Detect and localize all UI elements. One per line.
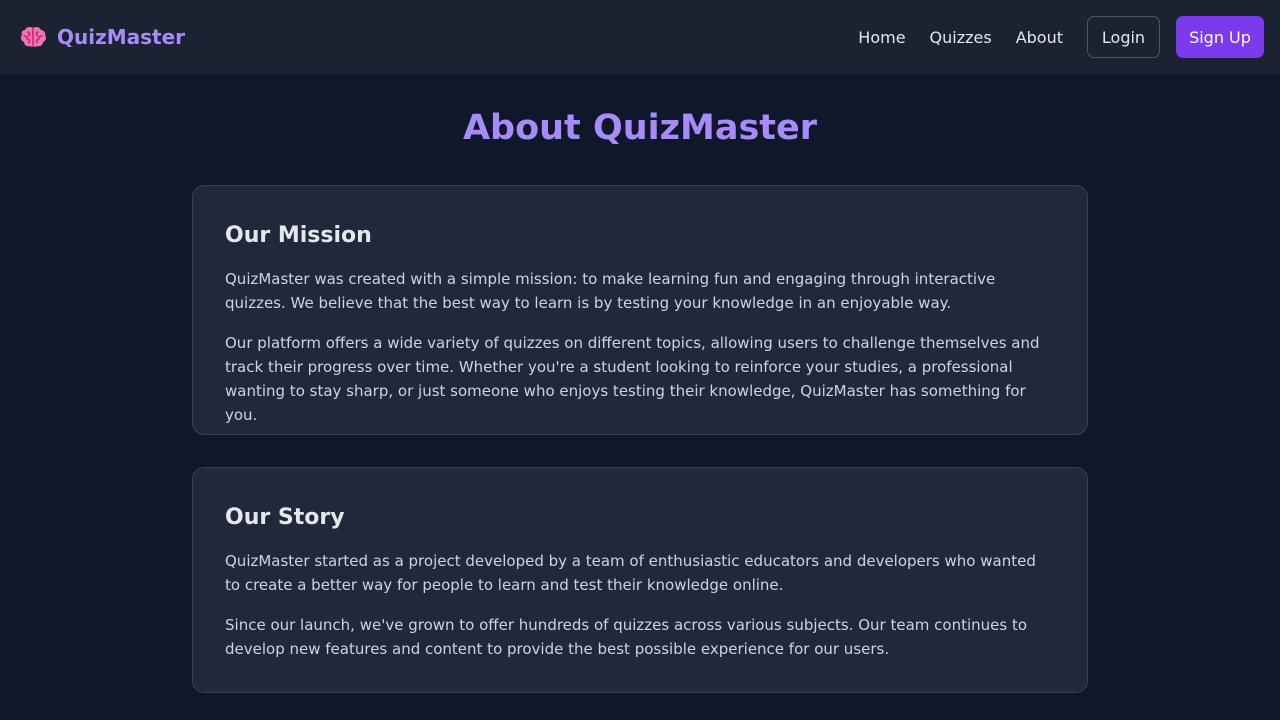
navbar: QuizMaster Home Quizzes About Login Sign…: [0, 0, 1280, 74]
brand-name: QuizMaster: [57, 25, 186, 49]
story-paragraph-1: QuizMaster started as a project develope…: [225, 552, 1036, 594]
nav-link-home[interactable]: Home: [858, 28, 905, 47]
story-heading: Our Story: [225, 505, 345, 530]
mission-paragraph-1: QuizMaster was created with a simple mis…: [225, 270, 996, 312]
story-paragraph-2: Since our launch, we've grown to offer h…: [225, 616, 1028, 658]
brand-logo-link[interactable]: QuizMaster: [19, 23, 185, 51]
nav-link-quizzes[interactable]: Quizzes: [930, 28, 992, 47]
main-content: About QuizMaster Our Mission QuizMaster …: [0, 107, 1280, 693]
nav-link-about[interactable]: About: [1016, 28, 1063, 47]
brain-icon: [20, 26, 47, 47]
signup-button[interactable]: Sign Up: [1176, 16, 1264, 58]
page-title: About QuizMaster: [462, 108, 818, 148]
mission-card: Our Mission QuizMaster was created with …: [192, 185, 1088, 435]
mission-heading: Our Mission: [225, 223, 372, 248]
nav-menu: Home Quizzes About Login Sign Up: [858, 16, 1264, 58]
login-button[interactable]: Login: [1087, 16, 1160, 58]
mission-paragraph-2: Our platform offers a wide variety of qu…: [225, 334, 1040, 424]
story-card: Our Story QuizMaster started as a projec…: [192, 467, 1088, 693]
